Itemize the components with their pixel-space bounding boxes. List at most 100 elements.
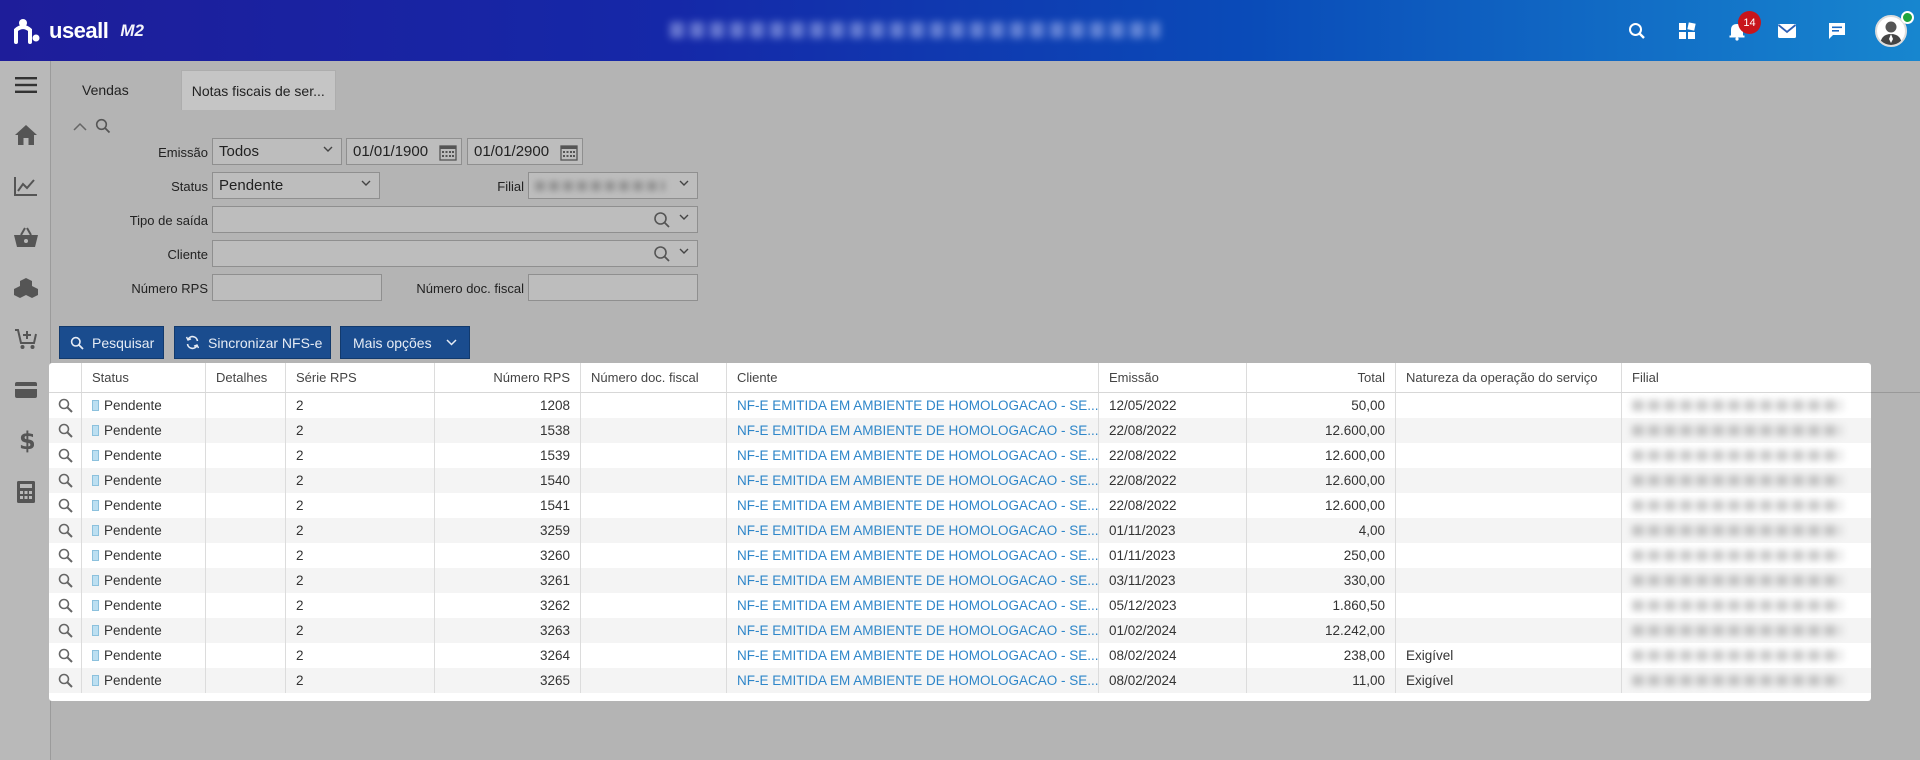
- app-logo[interactable]: useall M2: [13, 18, 144, 44]
- table-row[interactable]: Pendente 2 1540 NF-E EMITIDA EM AMBIENTE…: [49, 468, 1871, 493]
- numero-doc-cell: [581, 618, 727, 643]
- numero-rps-cell: 3263: [435, 618, 581, 643]
- view-details-search-icon[interactable]: [58, 448, 73, 463]
- column-header-total[interactable]: Total: [1247, 363, 1396, 392]
- numero-doc-field[interactable]: [528, 274, 698, 301]
- column-header-cliente[interactable]: Cliente: [727, 363, 1099, 392]
- cliente-link[interactable]: NF-E EMITIDA EM AMBIENTE DE HOMOLOGACAO …: [727, 493, 1099, 518]
- column-header-emissao[interactable]: Emissão: [1099, 363, 1247, 392]
- column-header-serie-rps[interactable]: Série RPS: [286, 363, 435, 392]
- view-details-search-icon[interactable]: [58, 498, 73, 513]
- sidebar-item-finance[interactable]: $: [0, 415, 51, 466]
- cliente-link[interactable]: NF-E EMITIDA EM AMBIENTE DE HOMOLOGACAO …: [727, 393, 1099, 418]
- chevron-down-icon[interactable]: [679, 248, 689, 255]
- natureza-cell: [1396, 618, 1622, 643]
- search-icon[interactable]: [653, 245, 671, 263]
- total-cell: 12.600,00: [1247, 468, 1396, 493]
- date-from-field[interactable]: 01/01/1900: [346, 138, 462, 165]
- cliente-field[interactable]: [212, 240, 698, 267]
- tab-vendas[interactable]: Vendas: [52, 70, 159, 110]
- view-details-search-icon[interactable]: [58, 473, 73, 488]
- mais-opcoes-button[interactable]: Mais opções: [340, 326, 470, 359]
- sincronizar-label: Sincronizar NFS-e: [208, 334, 323, 351]
- table-row[interactable]: Pendente 2 3265 NF-E EMITIDA EM AMBIENTE…: [49, 668, 1871, 693]
- sidebar-item-payments[interactable]: [0, 364, 51, 415]
- cliente-link[interactable]: NF-E EMITIDA EM AMBIENTE DE HOMOLOGACAO …: [727, 443, 1099, 468]
- cliente-link[interactable]: NF-E EMITIDA EM AMBIENTE DE HOMOLOGACAO …: [727, 418, 1099, 443]
- table-row[interactable]: Pendente 2 1208 NF-E EMITIDA EM AMBIENTE…: [49, 393, 1871, 418]
- filial-cell-blurred: [1632, 475, 1842, 486]
- pesquisar-button[interactable]: Pesquisar: [59, 326, 164, 359]
- sidebar-item-purchases[interactable]: [0, 313, 51, 364]
- cliente-link[interactable]: NF-E EMITIDA EM AMBIENTE DE HOMOLOGACAO …: [727, 518, 1099, 543]
- tab-bar: Vendas Notas fiscais de ser...: [52, 70, 336, 110]
- mail-button[interactable]: [1762, 0, 1812, 61]
- emissao-select[interactable]: Todos: [212, 138, 342, 165]
- view-details-search-icon[interactable]: [58, 398, 73, 413]
- notifications-button[interactable]: 14: [1712, 0, 1762, 61]
- cliente-link[interactable]: NF-E EMITIDA EM AMBIENTE DE HOMOLOGACAO …: [727, 568, 1099, 593]
- cliente-link[interactable]: NF-E EMITIDA EM AMBIENTE DE HOMOLOGACAO …: [727, 593, 1099, 618]
- chevron-down-icon[interactable]: [679, 214, 689, 221]
- svg-text:$: $: [19, 428, 34, 454]
- sidebar-item-accounting[interactable]: [0, 466, 51, 517]
- table-row[interactable]: Pendente 2 3261 NF-E EMITIDA EM AMBIENTE…: [49, 568, 1871, 593]
- status-cell: Pendente: [104, 398, 162, 413]
- table-row[interactable]: Pendente 2 3264 NF-E EMITIDA EM AMBIENTE…: [49, 643, 1871, 668]
- sidebar-item-analytics[interactable]: [0, 160, 51, 211]
- column-header-filial[interactable]: Filial: [1622, 363, 1871, 392]
- pesquisar-label: Pesquisar: [92, 334, 155, 351]
- numero-rps-field[interactable]: [212, 274, 382, 301]
- calendar-icon[interactable]: [439, 143, 457, 161]
- apps-button[interactable]: [1662, 0, 1712, 61]
- view-details-search-icon[interactable]: [58, 548, 73, 563]
- date-to-field[interactable]: 01/01/2900: [467, 138, 583, 165]
- cliente-link[interactable]: NF-E EMITIDA EM AMBIENTE DE HOMOLOGACAO …: [727, 643, 1099, 668]
- filter-toggle[interactable]: [73, 118, 111, 134]
- calendar-icon[interactable]: [560, 143, 578, 161]
- view-details-search-icon[interactable]: [58, 673, 73, 688]
- view-details-search-icon[interactable]: [58, 598, 73, 613]
- view-details-search-icon[interactable]: [58, 523, 73, 538]
- total-cell: 4,00: [1247, 518, 1396, 543]
- sidebar-item-inventory[interactable]: [0, 262, 51, 313]
- numero-doc-cell: [581, 643, 727, 668]
- chat-button[interactable]: [1812, 0, 1862, 61]
- table-row[interactable]: Pendente 2 3260 NF-E EMITIDA EM AMBIENTE…: [49, 543, 1871, 568]
- sincronizar-nfse-button[interactable]: Sincronizar NFS-e: [174, 326, 331, 359]
- search-button[interactable]: [1612, 0, 1662, 61]
- status-indicator: [92, 450, 99, 461]
- view-details-search-icon[interactable]: [58, 423, 73, 438]
- user-avatar-icon: [1880, 21, 1902, 45]
- view-details-search-icon[interactable]: [58, 573, 73, 588]
- table-row[interactable]: Pendente 2 3259 NF-E EMITIDA EM AMBIENTE…: [49, 518, 1871, 543]
- column-header-numero-doc-fiscal[interactable]: Número doc. fiscal: [581, 363, 727, 392]
- column-header-detalhes[interactable]: Detalhes: [206, 363, 286, 392]
- cliente-link[interactable]: NF-E EMITIDA EM AMBIENTE DE HOMOLOGACAO …: [727, 618, 1099, 643]
- table-row[interactable]: Pendente 2 1539 NF-E EMITIDA EM AMBIENTE…: [49, 443, 1871, 468]
- tipo-saida-field[interactable]: [212, 206, 698, 233]
- status-select[interactable]: Pendente: [212, 172, 380, 199]
- column-header-status[interactable]: Status: [82, 363, 206, 392]
- cliente-link[interactable]: NF-E EMITIDA EM AMBIENTE DE HOMOLOGACAO …: [727, 543, 1099, 568]
- cliente-link[interactable]: NF-E EMITIDA EM AMBIENTE DE HOMOLOGACAO …: [727, 468, 1099, 493]
- column-header-natureza[interactable]: Natureza da operação do serviço: [1396, 363, 1622, 392]
- column-header-numero-rps[interactable]: Número RPS: [435, 363, 581, 392]
- table-row[interactable]: Pendente 2 3262 NF-E EMITIDA EM AMBIENTE…: [49, 593, 1871, 618]
- nfse-table: Status Detalhes Série RPS Número RPS Núm…: [49, 363, 1871, 701]
- numero-rps-cell: 1541: [435, 493, 581, 518]
- tab-notas-fiscais-servico[interactable]: Notas fiscais de ser...: [180, 70, 336, 110]
- cliente-link[interactable]: NF-E EMITIDA EM AMBIENTE DE HOMOLOGACAO …: [727, 668, 1099, 693]
- search-icon[interactable]: [653, 211, 671, 229]
- table-row[interactable]: Pendente 2 1541 NF-E EMITIDA EM AMBIENTE…: [49, 493, 1871, 518]
- sidebar-item-home[interactable]: [0, 109, 51, 160]
- table-row[interactable]: Pendente 2 3263 NF-E EMITIDA EM AMBIENTE…: [49, 618, 1871, 643]
- view-details-search-icon[interactable]: [58, 623, 73, 638]
- filial-select[interactable]: [528, 172, 698, 199]
- table-row[interactable]: Pendente 2 1538 NF-E EMITIDA EM AMBIENTE…: [49, 418, 1871, 443]
- sidebar-item-sales[interactable]: [0, 211, 51, 262]
- user-menu-button[interactable]: [1862, 0, 1920, 61]
- menu-toggle-button[interactable]: [0, 61, 51, 109]
- home-icon: [14, 124, 37, 145]
- view-details-search-icon[interactable]: [58, 648, 73, 663]
